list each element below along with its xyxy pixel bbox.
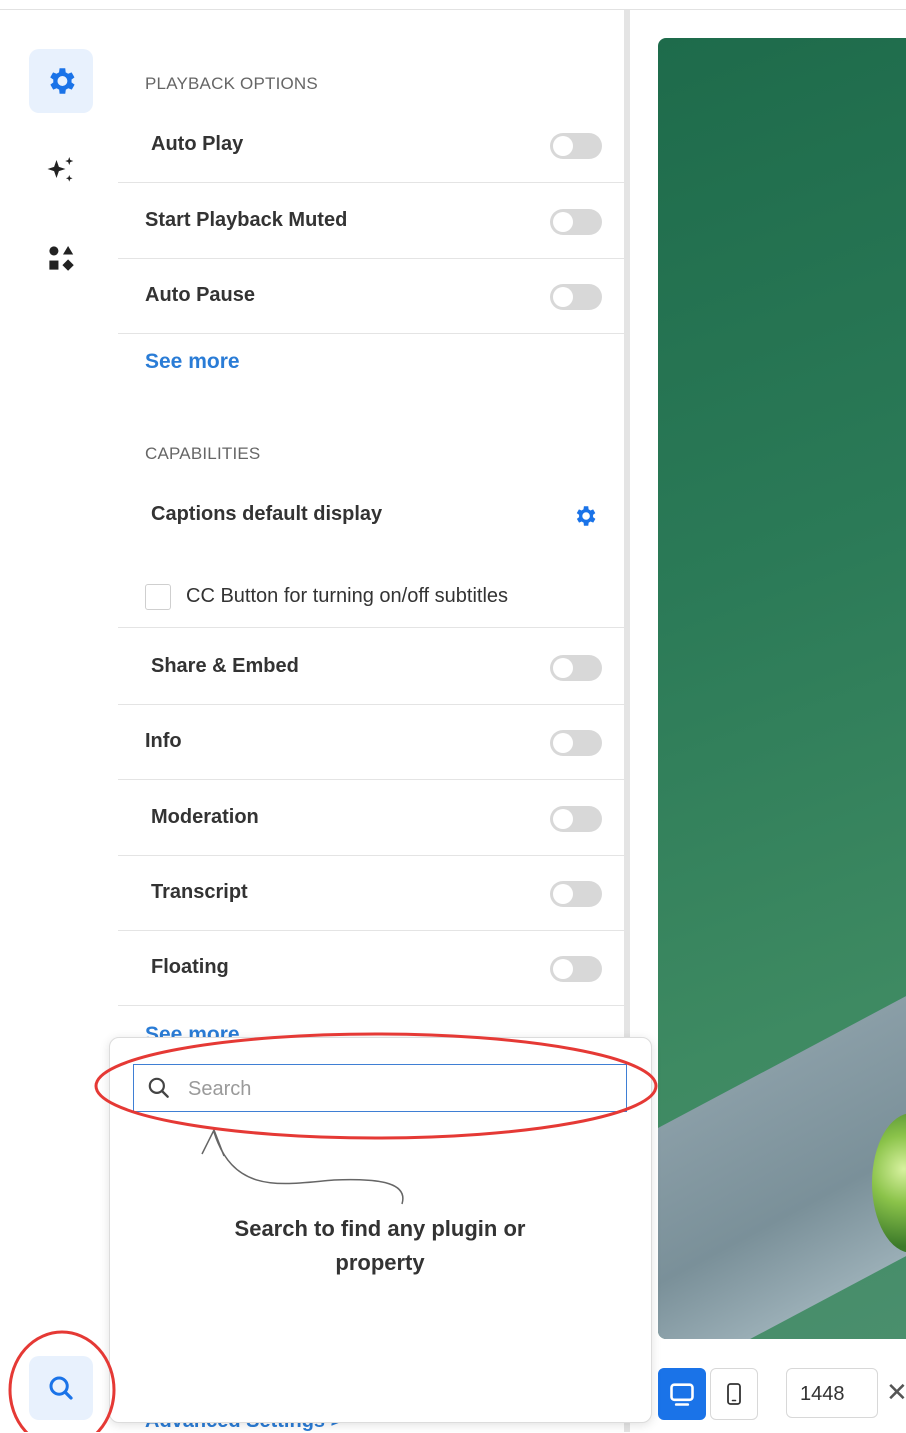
transcript-toggle[interactable] — [550, 881, 602, 907]
start-muted-row: Start Playback Muted — [118, 183, 624, 259]
search-input[interactable] — [186, 1073, 610, 1105]
info-label: Info — [145, 730, 182, 752]
cc-button-label: CC Button for turning on/off subtitles — [186, 585, 509, 607]
start-muted-label: Start Playback Muted — [145, 209, 348, 231]
settings-rail-button[interactable] — [29, 49, 93, 113]
search-icon — [49, 1376, 73, 1400]
auto-play-toggle[interactable] — [550, 133, 602, 159]
floating-label: Floating — [151, 956, 229, 978]
share-embed-label: Share & Embed — [151, 655, 299, 677]
share-embed-row: Share & Embed — [118, 629, 624, 705]
shapes-icon — [49, 245, 74, 271]
moderation-label: Moderation — [151, 806, 259, 828]
floating-toggle[interactable] — [550, 956, 602, 982]
dimension-separator-icon: ✕ — [886, 1377, 906, 1407]
auto-pause-label: Auto Pause — [145, 284, 256, 306]
hint-arrow-icon — [201, 1128, 404, 1205]
mobile-view-button[interactable] — [710, 1368, 758, 1420]
share-embed-toggle[interactable] — [550, 655, 602, 681]
search-hint-text: Search to find any plugin or property — [234, 1216, 526, 1275]
info-toggle[interactable] — [550, 730, 602, 756]
moderation-row: Moderation — [118, 780, 624, 856]
gear-icon — [50, 68, 75, 94]
search-rail-button[interactable] — [29, 1356, 93, 1420]
effects-rail-button[interactable] — [29, 140, 93, 204]
sparkles-icon — [47, 157, 74, 182]
auto-play-row: Auto Play — [118, 107, 624, 183]
see-more-playback-link[interactable]: See more — [145, 350, 240, 374]
info-row: Info — [118, 704, 624, 780]
preview-floor — [658, 968, 906, 1339]
auto-pause-row: Auto Pause — [118, 258, 624, 334]
mobile-icon — [727, 1383, 741, 1405]
left-rail — [0, 10, 119, 1432]
captions-row: Captions default display CC Button for t… — [118, 477, 624, 628]
playback-options-title: PLAYBACK OPTIONS — [145, 74, 318, 93]
moderation-toggle[interactable] — [550, 806, 602, 832]
desktop-icon — [670, 1383, 694, 1406]
transcript-row: Transcript — [118, 855, 624, 931]
transcript-label: Transcript — [151, 881, 248, 903]
auto-pause-toggle[interactable] — [550, 284, 602, 310]
desktop-view-button[interactable] — [658, 1368, 706, 1420]
auto-play-label: Auto Play — [151, 133, 244, 155]
search-field[interactable] — [133, 1064, 627, 1112]
video-preview — [658, 38, 906, 1339]
plugins-rail-button[interactable] — [29, 226, 93, 290]
search-icon — [148, 1077, 169, 1098]
floating-row: Floating — [118, 930, 624, 1006]
cc-button-checkbox[interactable] — [145, 584, 171, 610]
preview-width-input[interactable]: 1448 — [786, 1368, 878, 1418]
captions-settings-gear-icon[interactable] — [572, 503, 598, 529]
captions-label: Captions default display — [151, 503, 383, 525]
start-muted-toggle[interactable] — [550, 209, 602, 235]
search-popup: Search to find any plugin or property — [109, 1037, 652, 1423]
capabilities-title: CAPABILITIES — [145, 444, 261, 463]
